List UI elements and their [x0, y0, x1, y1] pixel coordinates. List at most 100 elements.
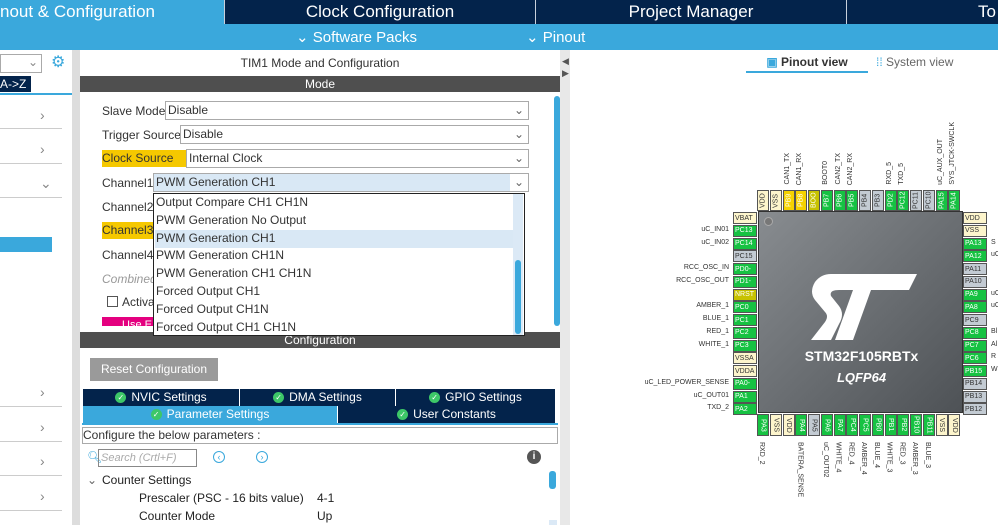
tab-gpio-settings[interactable]: ✓ GPIO Settings — [396, 389, 556, 406]
pin-pc14[interactable]: PC14 — [733, 237, 757, 250]
use-etr-option[interactable]: Use E — [102, 317, 154, 326]
chevron-down-icon[interactable]: ⌄ — [40, 175, 52, 192]
splitter[interactable] — [72, 50, 80, 525]
dropdown-option[interactable]: Forced Output CH1 — [155, 283, 513, 301]
pin-pa7[interactable]: PA7 — [833, 414, 846, 436]
expand-right-icon[interactable]: ▶ — [562, 68, 569, 79]
pin-pb12[interactable]: PB12 — [963, 403, 987, 416]
category-filter-select[interactable]: ⌄ — [0, 54, 42, 73]
chevron-right-icon[interactable]: › — [40, 419, 45, 435]
pin-pa12[interactable]: PA12 — [963, 250, 987, 263]
info-icon[interactable]: i — [527, 450, 541, 464]
dropdown-option[interactable]: Forced Output CH1N — [155, 301, 513, 319]
pin-boo[interactable]: BOO — [808, 190, 820, 211]
pin-pb9[interactable]: PB9 — [782, 190, 795, 211]
pin-pa11[interactable]: PA11 — [963, 263, 987, 275]
pin-pb7[interactable]: PB7 — [820, 190, 833, 211]
gear-icon[interactable]: ⚙ — [51, 52, 65, 72]
pin-pa2[interactable]: PA2 — [733, 403, 757, 416]
collapse-left-icon[interactable]: ◀ — [562, 56, 569, 67]
software-packs-menu[interactable]: ⌄ Software Packs — [296, 28, 417, 46]
dropdown-option[interactable]: PWM Generation CH1 CH1N — [155, 265, 513, 283]
counter-settings-group[interactable]: Counter Settings — [102, 473, 191, 487]
param-value[interactable]: 4-1 — [317, 491, 334, 505]
chevron-right-icon[interactable]: › — [40, 384, 45, 400]
pin-vdda[interactable]: VDDA — [733, 365, 757, 377]
pin-nrst[interactable]: NRST — [733, 288, 757, 301]
system-view-tab[interactable]: ⁞⁞ System view — [876, 55, 953, 69]
pin-pb5[interactable]: PB5 — [846, 190, 859, 211]
pin-pd0[interactable]: PD0- — [733, 263, 757, 275]
sort-az-button[interactable]: A->Z — [0, 76, 31, 92]
pin-vdd[interactable]: VDD — [948, 414, 961, 436]
dropdown-scrollbar[interactable] — [513, 194, 523, 335]
channel1-select[interactable]: PWM Generation CH1 ⌄ — [153, 173, 529, 192]
pin-pd1[interactable]: PD1- — [733, 275, 757, 288]
dropdown-option[interactable]: PWM Generation No Output — [155, 212, 513, 230]
pin-pa3[interactable]: PA3 — [757, 414, 769, 436]
pin-pb14[interactable]: PB14 — [963, 377, 987, 390]
pin-pc8[interactable]: PC8 — [963, 326, 987, 339]
pin-pb11[interactable]: PB11 — [922, 414, 935, 436]
pin-pc6[interactable]: PC6 — [963, 352, 987, 365]
tab-nvic-settings[interactable]: ✓ NVIC Settings — [83, 389, 240, 406]
pin-pc5[interactable]: PC5 — [859, 414, 871, 436]
pin-pc11[interactable]: PC11 — [910, 190, 922, 211]
pin-vssa[interactable]: VSSA — [733, 352, 757, 365]
selected-item-tim1[interactable] — [0, 237, 52, 252]
pin-pc4[interactable]: PC4 — [846, 414, 859, 436]
chevron-down-icon[interactable]: ⌄ — [87, 473, 97, 487]
pin-pc10[interactable]: PC10 — [922, 190, 935, 211]
pin-pb8[interactable]: PB8 — [795, 190, 808, 211]
panel-splitter[interactable]: ◀ ▶ — [560, 50, 570, 525]
pin-pc13[interactable]: PC13 — [733, 224, 757, 237]
pin-vss[interactable]: VSS — [769, 414, 782, 436]
pin-pa0[interactable]: PA0- — [733, 377, 757, 390]
tab-dma-settings[interactable]: ✓ DMA Settings — [240, 389, 396, 406]
trigger-source-select[interactable]: Disable ⌄ — [180, 125, 529, 144]
param-value[interactable]: Up — [317, 509, 332, 523]
pin-vdd[interactable]: VDD — [757, 190, 769, 211]
chevron-right-icon[interactable]: › — [40, 141, 45, 157]
pin-pa6[interactable]: PA6 — [820, 414, 833, 436]
clock-source-select[interactable]: Internal Clock ⌄ — [186, 149, 529, 168]
tab-pinout-configuration[interactable]: nout & Configuration — [0, 0, 225, 24]
previous-result-icon[interactable]: ‹ — [213, 451, 225, 463]
reset-configuration-button[interactable]: Reset Configuration — [90, 358, 218, 381]
pin-pb3[interactable]: PB3 — [871, 190, 884, 211]
pin-pb1[interactable]: PB1 — [884, 414, 897, 436]
pin-vss[interactable]: VSS — [769, 190, 782, 211]
pin-vbat[interactable]: VBAT — [733, 212, 757, 224]
pin-pb15[interactable]: PB15 — [963, 365, 987, 377]
slave-mode-select[interactable]: Disable ⌄ — [165, 101, 529, 120]
chevron-right-icon[interactable]: › — [40, 107, 45, 123]
pin-pa13[interactable]: PA13 — [963, 237, 987, 250]
pin-pa9[interactable]: PA9 — [963, 288, 987, 301]
activate-checkbox[interactable] — [107, 296, 118, 307]
dropdown-option[interactable]: PWM Generation CH1N — [155, 247, 513, 265]
pin-pc2[interactable]: PC2 — [733, 326, 757, 339]
pin-pc1[interactable]: PC1 — [733, 314, 757, 326]
tab-user-constants[interactable]: ✓ User Constants — [338, 406, 556, 423]
next-result-icon[interactable]: › — [256, 451, 268, 463]
tab-project-manager[interactable]: Project Manager — [536, 0, 847, 24]
pin-pb0[interactable]: PB0 — [871, 414, 884, 436]
dropdown-option[interactable]: Forced Output CH1 CH1N — [155, 319, 513, 337]
pin-pb10[interactable]: PB10 — [910, 414, 922, 436]
pin-pa4[interactable]: PA4 — [795, 414, 808, 436]
pin-pc7[interactable]: PC7 — [963, 339, 987, 352]
pin-pb13[interactable]: PB13 — [963, 390, 987, 403]
pin-pb2[interactable]: PB2 — [897, 414, 910, 436]
pin-vss[interactable]: VSS — [935, 414, 948, 436]
pin-pa8[interactable]: PA8 — [963, 301, 987, 314]
pin-pb4[interactable]: PB4 — [859, 190, 871, 211]
pin-pa5[interactable]: PA5 — [808, 414, 820, 436]
pin-pa1[interactable]: PA1 — [733, 390, 757, 403]
pin-pa10[interactable]: PA10 — [963, 275, 987, 288]
pin-vdd[interactable]: VDD — [782, 414, 795, 436]
pin-pd2[interactable]: PD2 — [884, 190, 897, 211]
chevron-right-icon[interactable]: › — [40, 453, 45, 469]
tab-clock-configuration[interactable]: Clock Configuration — [225, 0, 536, 24]
chevron-right-icon[interactable]: › — [40, 488, 45, 504]
pinout-view-tab[interactable]: ▣ Pinout view — [746, 55, 868, 73]
